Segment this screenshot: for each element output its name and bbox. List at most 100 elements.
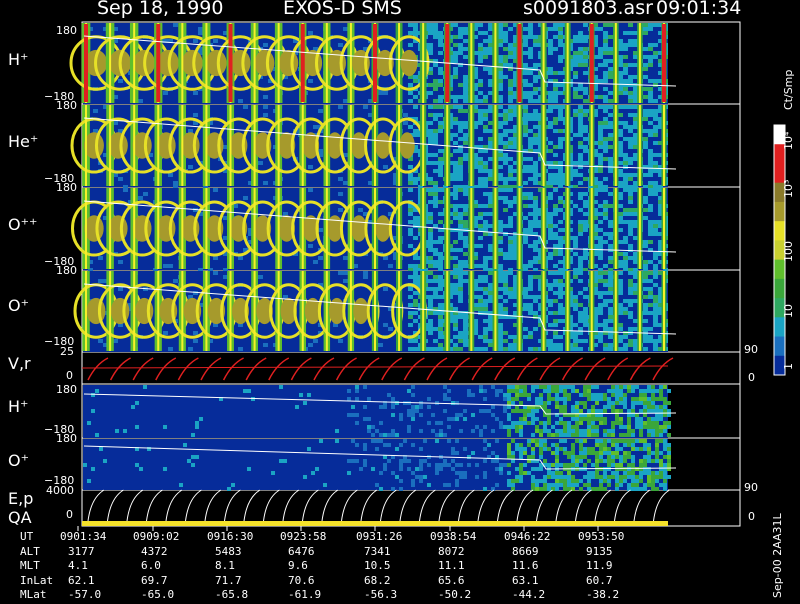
count-cell (438, 67, 443, 71)
count-cell (483, 471, 487, 475)
count-cell (648, 228, 653, 232)
count-cell (563, 451, 567, 455)
count-cell (447, 397, 451, 401)
energy-ridge-he-plus (470, 105, 473, 186)
count-cell (498, 39, 503, 43)
count-cell (548, 51, 553, 55)
count-cell (428, 91, 433, 95)
count-cell (363, 271, 368, 275)
count-cell (573, 244, 578, 248)
count-cell (653, 55, 658, 59)
panel-label-o-plus: O⁺ (8, 296, 30, 315)
count-cell (553, 212, 558, 216)
count-cell (458, 204, 463, 208)
count-cell (539, 429, 543, 433)
count-cell (499, 463, 503, 467)
count-cell (608, 75, 613, 79)
count-cell (618, 149, 623, 153)
count-cell (603, 451, 607, 455)
count-cell (515, 443, 519, 447)
count-cell (548, 212, 553, 216)
count-cell (533, 39, 538, 43)
count-cell (103, 459, 107, 463)
count-cell (139, 467, 143, 471)
count-cell (528, 295, 533, 299)
count-cell (98, 279, 103, 283)
count-cell (618, 260, 623, 264)
count-cell (507, 483, 511, 487)
count-cell (507, 389, 511, 393)
count-cell (247, 467, 251, 471)
count-cell (559, 433, 563, 437)
count-cell (453, 335, 458, 339)
count-cell (428, 188, 433, 192)
count-cell (558, 83, 563, 87)
count-cell (583, 311, 588, 315)
count-cell (583, 99, 588, 103)
count-cell (528, 244, 533, 248)
count-cell (543, 425, 547, 429)
count-cell (499, 421, 503, 425)
table-cell: 0923:58 (280, 530, 327, 543)
energy-ridge-he-plus (205, 105, 208, 186)
count-cell (531, 451, 535, 455)
count-cell (213, 39, 218, 43)
count-cell (413, 27, 418, 31)
energy-ridge-he-plus (518, 105, 521, 186)
count-cell (567, 483, 571, 487)
count-cell (603, 487, 607, 491)
count-cell (528, 264, 533, 268)
count-cell (653, 307, 658, 311)
count-cell (619, 393, 623, 397)
count-cell (587, 421, 591, 425)
count-cell (539, 443, 543, 447)
count-cell (631, 439, 635, 443)
count-cell (623, 63, 628, 67)
count-cell (408, 232, 413, 236)
panel-label-he-plus: He⁺ (8, 132, 39, 151)
count-cell (458, 121, 463, 125)
count-cell (643, 483, 647, 487)
count-cell (553, 311, 558, 315)
count-cell (553, 347, 558, 351)
table-cell: 70.6 (288, 573, 315, 587)
count-cell (483, 51, 488, 55)
count-cell (663, 409, 667, 413)
count-cell (633, 343, 638, 347)
count-cell (453, 307, 458, 311)
count-cell (483, 459, 487, 463)
count-cell (578, 228, 583, 232)
count-cell (573, 331, 578, 335)
count-cell (591, 425, 595, 429)
count-cell (438, 319, 443, 323)
count-cell (627, 443, 631, 447)
count-cell (138, 99, 143, 103)
count-cell (578, 39, 583, 43)
count-cell (498, 331, 503, 335)
count-cell (548, 71, 553, 75)
count-cell (531, 467, 535, 471)
colorbar-label-10: 10 (782, 304, 795, 318)
count-cell (488, 315, 493, 319)
table-cell: 8669 (512, 544, 539, 558)
count-cell (598, 240, 603, 244)
count-cell (623, 260, 628, 264)
count-cell (528, 165, 533, 169)
count-cell (607, 439, 611, 443)
beam-core-h-plus (206, 49, 227, 77)
count-cell (628, 91, 633, 95)
count-cell (548, 287, 553, 291)
count-cell (508, 99, 513, 103)
count-cell (643, 455, 647, 459)
count-cell (308, 79, 313, 83)
count-cell (143, 385, 147, 389)
count-cell (635, 467, 639, 471)
count-cell (463, 220, 468, 224)
count-cell (523, 43, 528, 47)
count-cell (579, 479, 583, 483)
count-cell (539, 433, 543, 437)
count-cell (428, 216, 433, 220)
count-cell (528, 113, 533, 117)
count-cell (583, 323, 588, 327)
count-cell (631, 459, 635, 463)
